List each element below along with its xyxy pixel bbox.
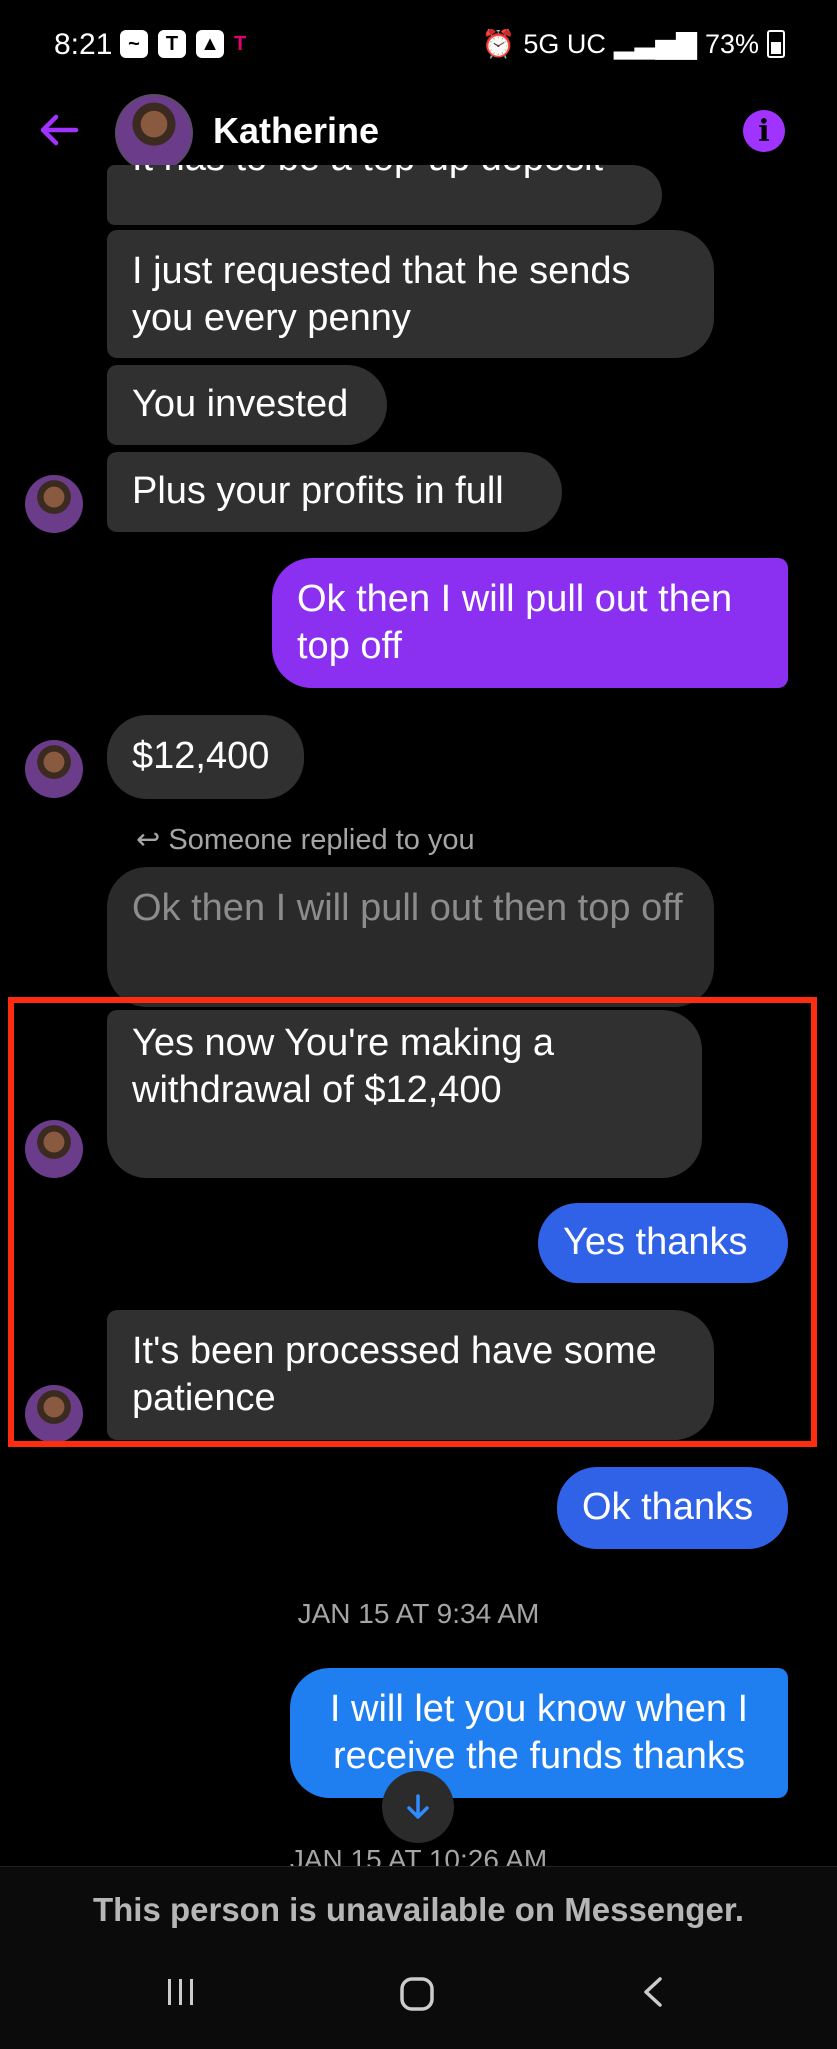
message-bubble-sent[interactable]: Ok then I will pull out then top off — [272, 558, 788, 688]
network-type: 5G UC — [523, 28, 606, 59]
timestamp: JAN 15 AT 9:34 AM — [297, 1598, 540, 1629]
sender-avatar[interactable] — [25, 475, 83, 533]
timestamp-clip: JAN 15 AT 10:26 AM — [0, 1846, 837, 1866]
recent-apps-icon[interactable] — [164, 1975, 198, 2009]
scroll-down-button[interactable] — [382, 1771, 454, 1843]
message-bubble[interactable]: It has to be a top-up deposit — [107, 165, 662, 225]
highlight-box — [8, 997, 817, 1447]
message-bubble[interactable]: You invested — [107, 365, 387, 445]
footer: This person is unavailable on Messenger. — [0, 1866, 837, 2049]
info-icon[interactable]: i — [743, 110, 785, 152]
message-text: $12,400 — [132, 735, 270, 777]
back-arrow-icon[interactable] — [36, 108, 80, 152]
quoted-message[interactable]: Ok then I will pull out then top off — [107, 867, 714, 1007]
reply-note: ↩ Someone replied to you — [136, 822, 475, 857]
reply-note-text: Someone replied to you — [168, 824, 475, 856]
message-bubble-sent[interactable]: I will let you know when I receive the f… — [290, 1668, 788, 1798]
battery-percent: 73% — [704, 28, 759, 59]
gallery-icon: ▲ — [196, 30, 224, 58]
contact-avatar[interactable] — [115, 94, 193, 172]
battery-icon — [767, 30, 785, 58]
message-bubble-sent[interactable]: Ok thanks — [557, 1467, 788, 1549]
quoted-text: Ok then I will pull out then top off — [132, 887, 683, 929]
message-text: It has to be a top-up deposit — [132, 165, 637, 182]
back-nav-icon[interactable] — [636, 1975, 670, 2009]
alarm-icon: ⏰ — [481, 29, 516, 59]
messenger-notification-icon: ~ — [120, 30, 148, 58]
arrow-down-icon — [407, 1794, 429, 1819]
message-text: Ok then I will pull out then top off — [297, 578, 733, 667]
message-text: I will let you know when I receive the f… — [329, 1688, 749, 1777]
message-bubble[interactable]: Plus your profits in full — [107, 452, 562, 532]
message-bubble[interactable]: I just requested that he sends you every… — [107, 230, 714, 358]
signal-icon: ▂▃▅▇ — [613, 28, 697, 59]
contact-name[interactable]: Katherine — [213, 110, 379, 152]
tmobile-icon: T — [158, 30, 186, 58]
unavailable-notice: This person is unavailable on Messenger. — [92, 1891, 745, 1928]
reply-icon: ↩ — [136, 824, 161, 856]
sender-avatar[interactable] — [25, 740, 83, 798]
chat-header: Katherine i — [0, 90, 837, 175]
message-text: You invested — [132, 383, 349, 425]
message-text: I just requested that he sends you every… — [132, 250, 631, 339]
message-text: Ok thanks — [582, 1486, 754, 1528]
message-text: Plus your profits in full — [132, 470, 504, 512]
status-bar: 8:21 ~ T ▲ T ⏰ 5G UC ▂▃▅▇ 73% — [0, 0, 837, 90]
home-icon[interactable] — [398, 1975, 436, 2013]
tmobile-small-icon: T — [234, 32, 247, 55]
timestamp: JAN 15 AT 10:26 AM — [289, 1846, 548, 1866]
message-bubble[interactable]: $12,400 — [107, 715, 304, 799]
status-right: ⏰ 5G UC ▂▃▅▇ 73% — [482, 28, 785, 60]
status-time: 8:21 — [54, 28, 113, 61]
notification-icons: ~ T ▲ T — [120, 30, 246, 58]
